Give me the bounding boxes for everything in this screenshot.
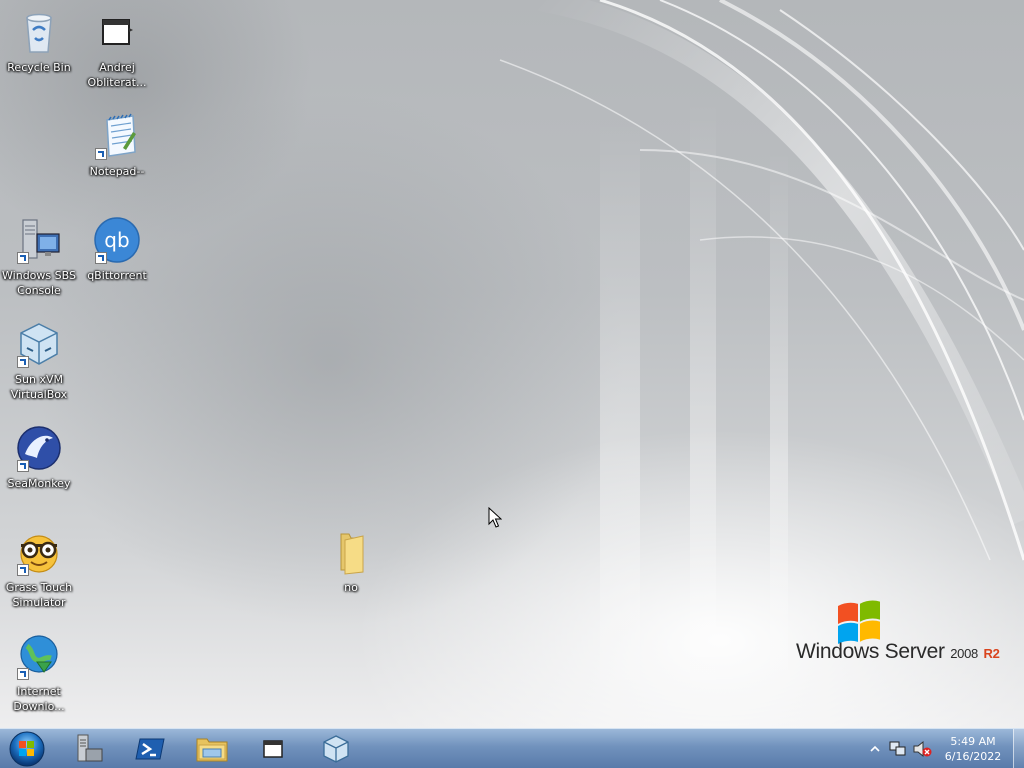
desktop-icon-seamonkey[interactable]: SeaMonkey (0, 418, 78, 491)
start-button[interactable] (3, 729, 47, 768)
desktop-icon-andrej-obliterator[interactable]: Andrej Obliterat... (78, 2, 156, 90)
shortcut-arrow-icon (95, 252, 107, 264)
desktop-icon-label: SeaMonkey (7, 477, 71, 490)
internet-download-manager-icon (15, 632, 63, 680)
qbittorrent-icon: qb (93, 216, 141, 264)
shortcut-arrow-icon (17, 564, 29, 576)
desktop-icon-label: Windows SBS Console (2, 269, 76, 297)
desktop-icon-notepad[interactable]: Notepad-- (78, 106, 156, 179)
network-icon[interactable] (888, 740, 906, 758)
notepad-icon (93, 112, 141, 160)
shortcut-arrow-icon (17, 668, 29, 680)
shortcut-arrow-icon (17, 460, 29, 472)
brand-name: Windows Server (796, 640, 945, 663)
brand-version: 2008 (950, 646, 978, 661)
desktop-icon-windows-sbs-console[interactable]: Windows SBS Console (0, 210, 78, 298)
taskbar-file-explorer[interactable] (186, 731, 238, 767)
virtualbox-icon (15, 320, 63, 368)
taskbar-clock[interactable]: 5:49 AM 6/16/2022 (935, 734, 1011, 764)
seamonkey-icon (15, 424, 63, 472)
nerd-face-icon (15, 528, 63, 576)
windows-server-logo: Windows Server 2008 R2 (792, 598, 1002, 668)
desktop-icon-label: no (344, 581, 358, 594)
app-window-icon (93, 8, 141, 56)
shortcut-arrow-icon (95, 148, 107, 160)
desktop-icon-folder-no[interactable]: no (312, 522, 390, 595)
desktop-icon-label: Andrej Obliterat... (87, 61, 147, 89)
recycle-bin-icon (15, 8, 63, 56)
clock-date: 6/16/2022 (944, 750, 1002, 763)
app-window-icon (263, 740, 283, 758)
volume-muted-icon[interactable] (912, 740, 932, 758)
powershell-icon (135, 738, 165, 760)
file-explorer-icon (196, 738, 228, 762)
desktop-icon-label: Internet Downlo... (13, 685, 65, 713)
desktop-icon-qbittorrent[interactable]: qb qBittorrent (78, 210, 156, 283)
shortcut-arrow-icon (17, 356, 29, 368)
mouse-pointer-icon (488, 507, 502, 528)
taskbar-virtualbox[interactable] (310, 731, 362, 767)
desktop-icon-recycle-bin[interactable]: Recycle Bin (0, 2, 78, 75)
taskbar-app-window[interactable] (248, 731, 300, 767)
show-desktop-button[interactable] (1013, 729, 1024, 768)
virtualbox-icon (323, 735, 349, 763)
svg-text:qb: qb (104, 228, 129, 252)
desktop-icon-label: Notepad-- (89, 165, 145, 178)
desktop-icon-virtualbox[interactable]: Sun xVM VirtualBox (0, 314, 78, 402)
server-manager-icon (77, 734, 103, 762)
desktop-icon-label: Recycle Bin (7, 61, 71, 74)
desktop-icon-grass-touch-simulator[interactable]: Grass Touch Simulator (0, 522, 78, 610)
desktop-icon-label: Sun xVM VirtualBox (10, 373, 68, 401)
desktop-icon-internet-download-manager[interactable]: Internet Downlo... (0, 626, 78, 714)
taskbar-server-manager[interactable] (64, 731, 116, 767)
clock-time: 5:49 AM (950, 735, 996, 748)
windows-start-orb-icon (9, 731, 45, 767)
desktop-icon-label: Grass Touch Simulator (5, 581, 73, 609)
desktop-icon-label: qBittorrent (87, 269, 147, 282)
desktop[interactable]: Recycle Bin Andrej Obliterat... Notepad-… (0, 0, 1024, 728)
windows-flag-icon (838, 600, 880, 644)
show-hidden-icons-chevron-icon[interactable] (870, 744, 880, 754)
folder-icon (327, 528, 375, 576)
windows-server-wordmark: Windows Server 2008 R2 (796, 640, 1000, 664)
taskbar-powershell[interactable] (124, 731, 176, 767)
server-console-icon (15, 216, 63, 264)
brand-edition: R2 (983, 646, 1000, 661)
shortcut-arrow-icon (17, 252, 29, 264)
taskbar: 5:49 AM 6/16/2022 (0, 728, 1024, 768)
